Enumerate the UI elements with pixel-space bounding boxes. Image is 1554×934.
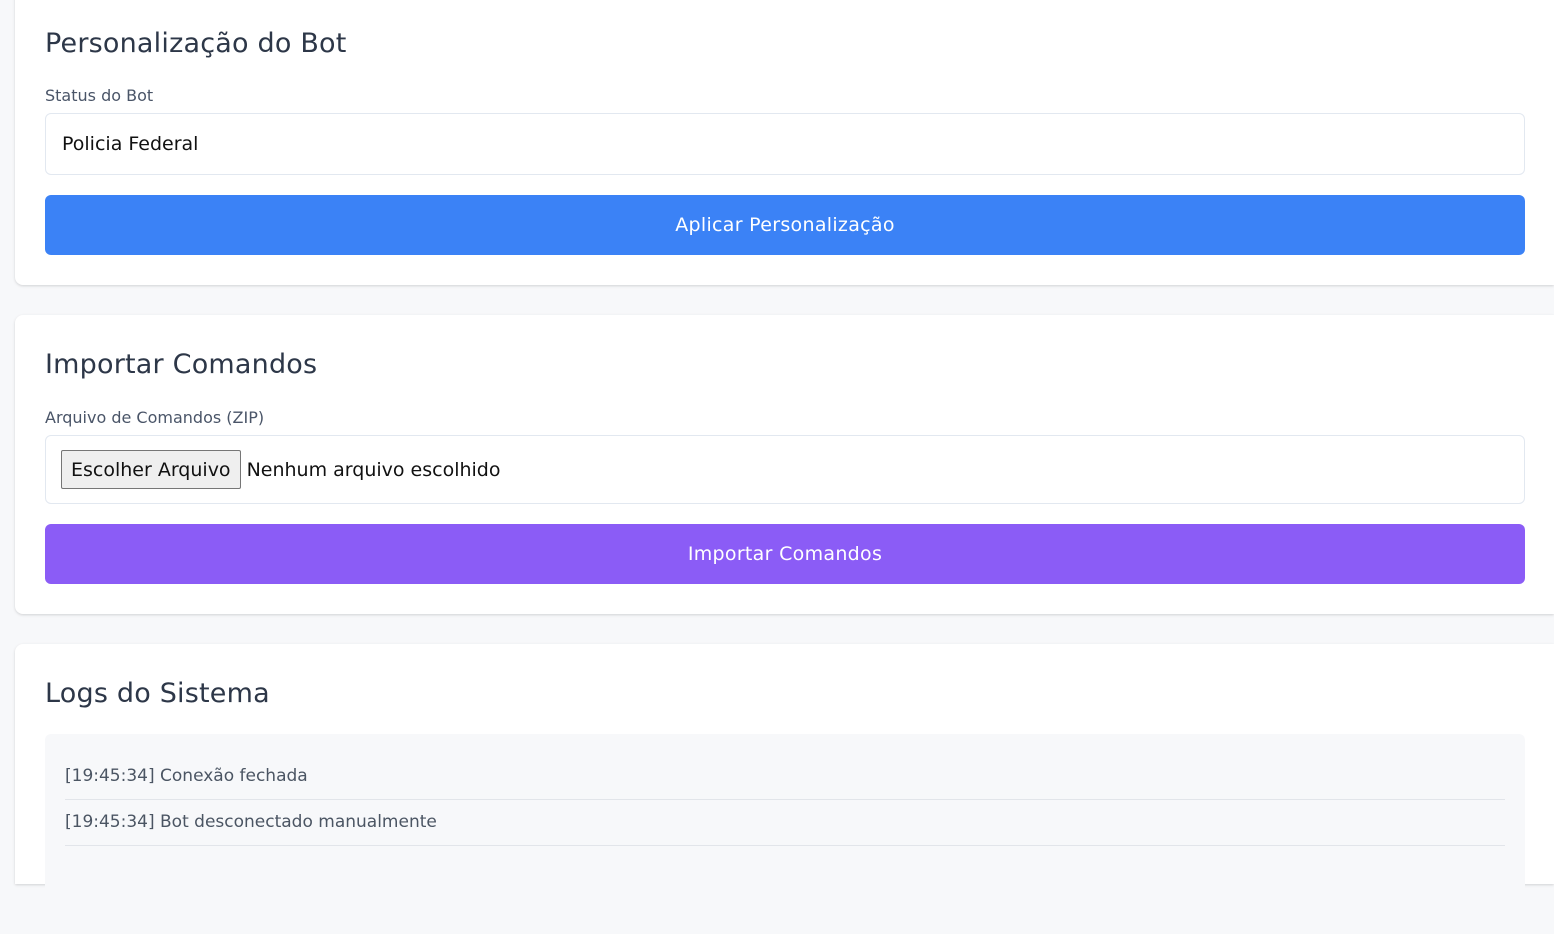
file-label: Arquivo de Comandos (ZIP) (45, 408, 265, 427)
apply-personalization-button[interactable]: Aplicar Personalização (45, 195, 1525, 255)
bot-personalization-card: Personalização do Bot Status do Bot Apli… (15, 0, 1554, 285)
system-logs-card: Logs do Sistema [19:45:34] Conexão fecha… (15, 644, 1554, 934)
status-label: Status do Bot (45, 86, 154, 105)
import-commands-card: Importar Comandos Arquivo de Comandos (Z… (15, 315, 1554, 614)
personalization-title: Personalização do Bot (45, 28, 347, 59)
import-commands-button[interactable]: Importar Comandos (45, 524, 1525, 584)
bot-status-input[interactable] (45, 113, 1525, 175)
file-input[interactable]: Escolher Arquivo Nenhum arquivo escolhid… (45, 435, 1525, 504)
import-title: Importar Comandos (45, 349, 318, 380)
log-entry: [19:45:34] Conexão fechada (65, 754, 1505, 800)
choose-file-button[interactable]: Escolher Arquivo (61, 450, 241, 489)
log-entry: [19:45:34] Bot desconectado manualmente (65, 800, 1505, 846)
logs-title: Logs do Sistema (45, 678, 270, 709)
file-status-text: Nenhum arquivo escolhido (246, 458, 501, 481)
logs-panel[interactable]: [19:45:34] Conexão fechada [19:45:34] Bo… (45, 734, 1525, 934)
